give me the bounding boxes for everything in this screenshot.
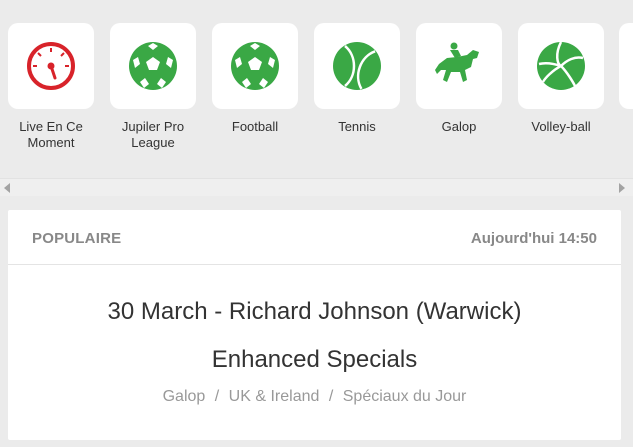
card-category: POPULAIRE [32, 230, 122, 247]
sport-label: Football [231, 119, 279, 134]
horizontal-scrollbar[interactable] [0, 178, 633, 196]
sport-label: Volley-ball [531, 119, 591, 134]
soccer-ball-icon [231, 42, 279, 90]
sport-label: Tennis [338, 119, 376, 134]
sport-item-jupiler-pro-league[interactable]: Jupiler Pro League [109, 23, 197, 151]
sport-item-football[interactable]: Football [211, 23, 299, 135]
event-title[interactable]: 30 March - Richard Johnson (Warwick) [8, 298, 621, 326]
scroll-right-arrow-icon[interactable] [619, 183, 625, 193]
sport-item-tennis[interactable]: Tennis [313, 23, 401, 135]
sport-item-live[interactable]: Live En Ce Moment [7, 23, 95, 151]
scroll-left-arrow-icon[interactable] [4, 183, 10, 193]
market-name[interactable]: Enhanced Specials [8, 346, 621, 374]
sport-tile[interactable] [8, 23, 94, 109]
event-time: Aujourd'hui 14:50 [470, 230, 597, 247]
sport-item-partial[interactable] [619, 23, 633, 109]
breadcrumb-item[interactable]: Spéciaux du Jour [343, 388, 467, 405]
sport-label: Jupiler Pro League [121, 119, 185, 150]
sport-item-volley-ball[interactable]: Volley-ball [517, 23, 605, 135]
volleyball-icon [537, 41, 585, 90]
sport-label: Galop [441, 119, 477, 134]
card-header: POPULAIRE Aujourd'hui 14:50 [8, 210, 621, 265]
breadcrumb-item[interactable]: Galop [163, 388, 206, 405]
breadcrumb-item[interactable]: UK & Ireland [229, 388, 320, 405]
soccer-ball-icon [129, 42, 177, 90]
sport-tile[interactable] [518, 23, 604, 109]
breadcrumb-separator: / [214, 388, 220, 405]
tennis-ball-icon [333, 42, 381, 90]
featured-event-card[interactable]: POPULAIRE Aujourd'hui 14:50 30 March - R… [8, 210, 621, 440]
breadcrumb: Galop / UK & Ireland / Spéciaux du Jour [8, 388, 621, 406]
sport-tile[interactable] [314, 23, 400, 109]
breadcrumb-separator: / [328, 388, 334, 405]
horse-jockey-icon [435, 42, 479, 82]
sport-tile[interactable] [212, 23, 298, 109]
sport-item-galop[interactable]: Galop [415, 23, 503, 135]
sport-tile[interactable] [416, 23, 502, 109]
sports-carousel: Live En Ce Moment Jupiler Pro League Foo… [0, 0, 633, 178]
sport-tile[interactable] [619, 23, 633, 109]
sport-tile[interactable] [110, 23, 196, 109]
sport-label: Live En Ce Moment [19, 119, 83, 150]
live-gauge-icon [27, 42, 75, 90]
